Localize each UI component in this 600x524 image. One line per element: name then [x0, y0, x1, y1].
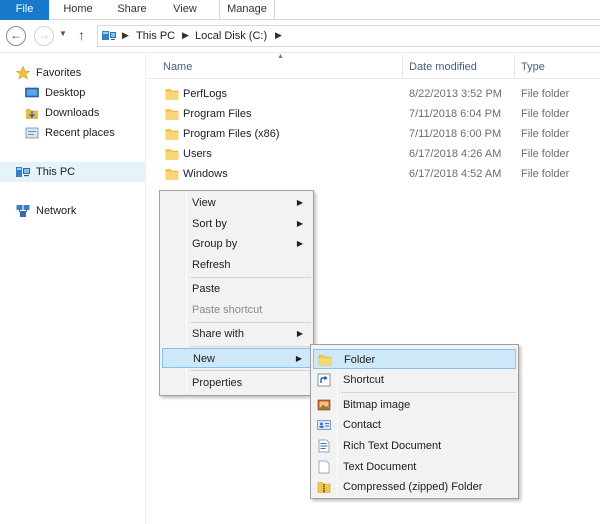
navigation-pane: Favorites Desktop Downloads Recent place… — [0, 54, 146, 524]
folder-icon — [165, 89, 179, 100]
submenu-arrow-icon: ▶ — [296, 198, 303, 207]
folder-icon — [165, 109, 179, 120]
menu-item-paste-shortcut[interactable]: Paste shortcut — [162, 300, 311, 320]
desktop-icon — [25, 87, 39, 98]
menu-separator — [341, 392, 516, 393]
chevron-down-icon: ▼ — [59, 29, 67, 38]
star-icon — [16, 66, 30, 80]
navigation-bar: ← → ▼ ↑ ▶ This PC ▶ Local Disk (C:) ▶ — [0, 21, 600, 53]
back-button[interactable]: ← — [6, 26, 26, 46]
computer-icon — [102, 31, 116, 40]
file-row[interactable]: Windows 6/17/2018 4:52 AM File folder — [147, 164, 600, 184]
submenu-item-shortcut[interactable]: Shortcut — [313, 370, 516, 390]
tab-file[interactable]: File — [0, 0, 49, 20]
menu-separator — [190, 277, 311, 278]
new-submenu: Folder Shortcut Bitmap image Contact Ric… — [310, 344, 519, 499]
submenu-item-compressed-folder[interactable]: Compressed (zipped) Folder — [313, 477, 516, 497]
recent-locations-dropdown[interactable]: ▼ — [59, 29, 67, 38]
menu-separator — [190, 370, 311, 371]
submenu-arrow-icon: ▶ — [295, 354, 302, 363]
zip-folder-icon — [317, 482, 331, 493]
up-button[interactable]: ↑ — [78, 26, 85, 44]
computer-icon — [16, 167, 30, 177]
file-row[interactable]: Program Files 7/11/2018 6:04 PM File fol… — [147, 104, 600, 124]
network-icon — [16, 205, 30, 217]
address-bar[interactable]: ▶ This PC ▶ Local Disk (C:) ▶ — [97, 25, 600, 47]
menu-item-sort-by[interactable]: Sort by ▶ — [162, 214, 311, 234]
menu-separator — [190, 346, 311, 347]
breadcrumb-this-pc[interactable]: This PC — [136, 30, 175, 42]
menu-item-group-by[interactable]: Group by ▶ — [162, 234, 311, 254]
menu-item-refresh[interactable]: Refresh — [162, 255, 311, 275]
folder-icon — [165, 169, 179, 180]
submenu-item-contact[interactable]: Contact — [313, 415, 516, 435]
tab-home[interactable]: Home — [60, 0, 96, 20]
submenu-item-rich-text-document[interactable]: Rich Text Document — [313, 436, 516, 456]
column-header-date-modified[interactable]: Date modified — [402, 55, 512, 79]
tab-view[interactable]: View — [169, 0, 201, 20]
text-document-icon — [318, 460, 330, 474]
forward-button[interactable]: → — [34, 26, 54, 46]
breadcrumb-separator-icon[interactable]: ▶ — [275, 30, 282, 41]
submenu-arrow-icon: ▶ — [296, 219, 303, 228]
tab-manage[interactable]: Manage — [219, 0, 275, 20]
nav-this-pc[interactable]: This PC — [0, 162, 145, 182]
rich-text-document-icon — [318, 439, 330, 453]
file-row[interactable]: PerfLogs 8/22/2013 3:52 PM File folder — [147, 84, 600, 104]
menu-item-properties[interactable]: Properties — [162, 373, 311, 393]
menu-item-share-with[interactable]: Share with ▶ — [162, 324, 311, 344]
folder-icon — [165, 129, 179, 140]
bitmap-image-icon — [317, 399, 331, 411]
submenu-item-folder[interactable]: Folder — [313, 349, 516, 369]
recent-places-icon — [25, 127, 39, 139]
arrow-up-icon: ↑ — [78, 27, 85, 43]
downloads-icon — [26, 109, 38, 119]
breadcrumb-separator-icon[interactable]: ▶ — [182, 30, 189, 41]
column-header-row: Name Date modified Type — [147, 55, 600, 79]
submenu-item-bitmap-image[interactable]: Bitmap image — [313, 395, 516, 415]
arrow-left-icon: ← — [10, 28, 22, 42]
submenu-arrow-icon: ▶ — [296, 239, 303, 248]
submenu-item-text-document[interactable]: Text Document — [313, 457, 516, 477]
menu-item-view[interactable]: View ▶ — [162, 193, 311, 213]
column-header-name[interactable]: Name — [147, 55, 402, 79]
sort-ascending-icon: ▲ — [277, 53, 284, 60]
context-menu: View ▶ Sort by ▶ Group by ▶ Refresh Past… — [159, 190, 314, 396]
column-header-type[interactable]: Type — [514, 55, 600, 79]
breadcrumb-separator-icon[interactable]: ▶ — [122, 30, 129, 41]
file-row[interactable]: Program Files (x86) 7/11/2018 6:00 PM Fi… — [147, 124, 600, 144]
breadcrumb-local-disk[interactable]: Local Disk (C:) — [195, 30, 267, 42]
shortcut-icon — [317, 373, 331, 387]
ribbon-tabs: File Home Share View Manage — [0, 0, 600, 20]
submenu-arrow-icon: ▶ — [296, 329, 303, 338]
arrow-right-icon: → — [38, 28, 50, 42]
file-row[interactable]: Users 6/17/2018 4:26 AM File folder — [147, 144, 600, 164]
menu-item-paste[interactable]: Paste — [162, 279, 311, 299]
contact-icon — [317, 420, 331, 430]
menu-item-new[interactable]: New ▶ — [162, 348, 311, 368]
folder-icon — [318, 355, 332, 366]
menu-separator — [190, 322, 311, 323]
folder-icon — [165, 149, 179, 160]
tab-share[interactable]: Share — [114, 0, 150, 20]
